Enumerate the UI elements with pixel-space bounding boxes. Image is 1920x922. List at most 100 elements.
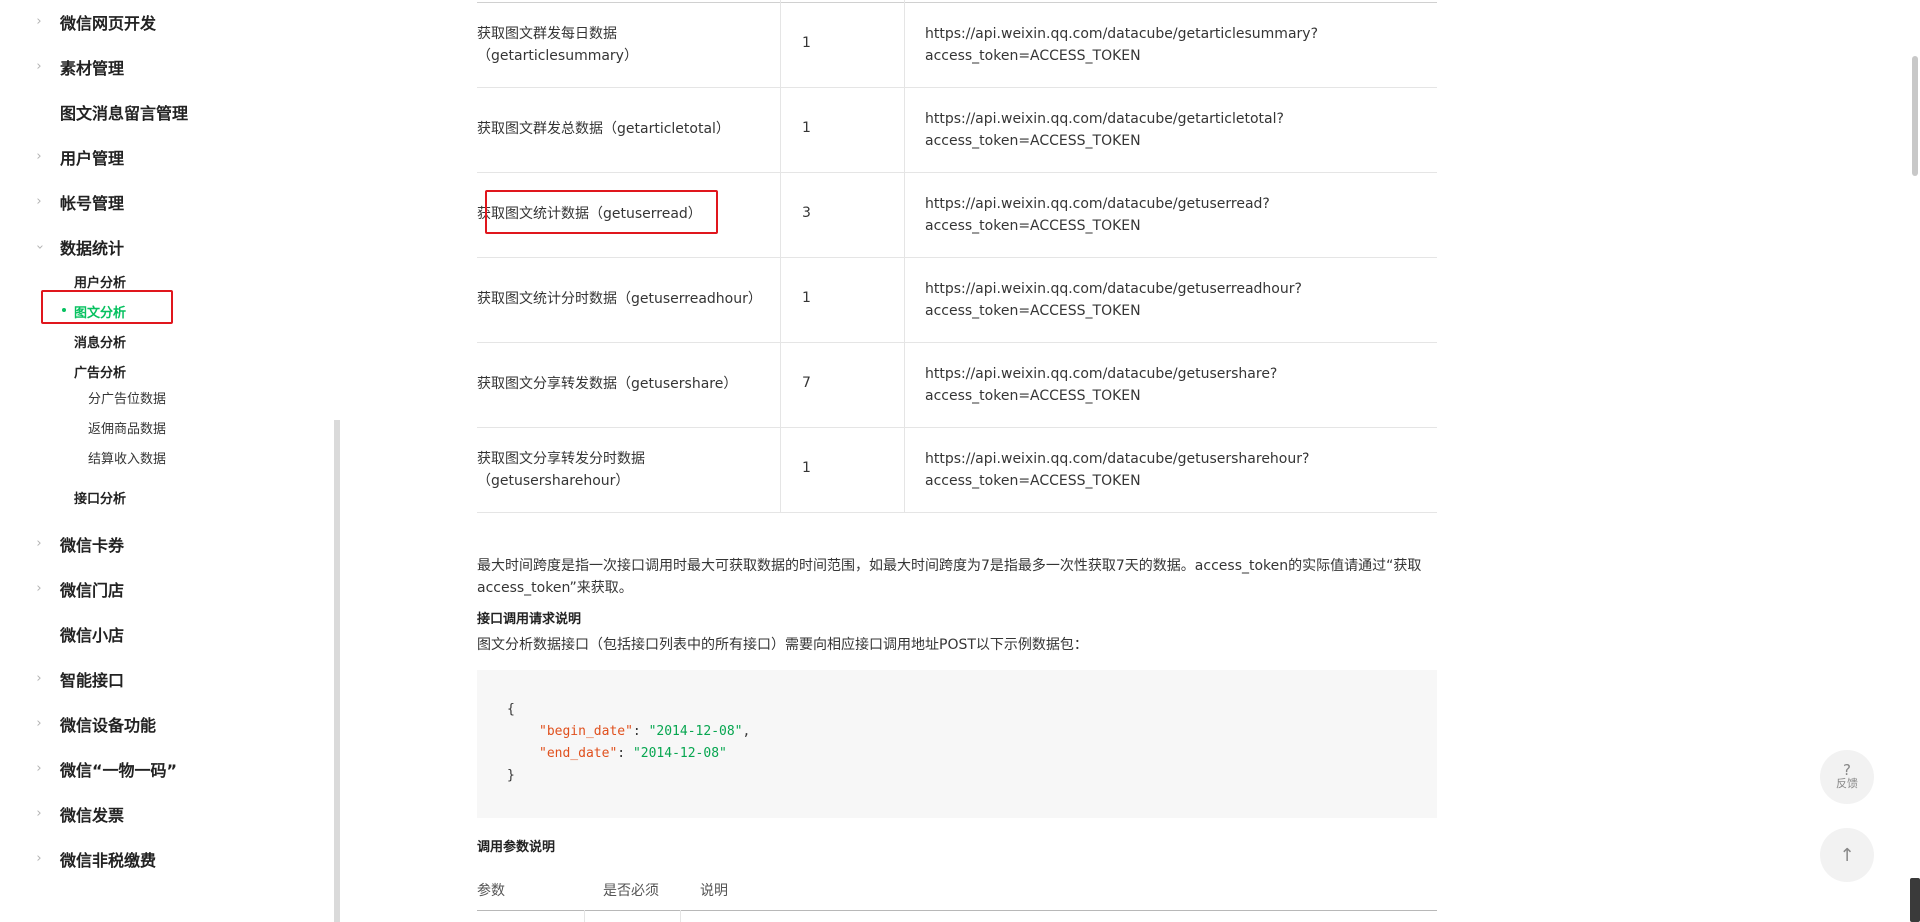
note-line: 最大时间跨度是指一次接口调用时最大可获取数据的时间范围，如最大时间跨度为7是指最…: [477, 558, 1422, 574]
sidebar-subitem-ad-slot-data[interactable]: 分广告位数据: [88, 388, 166, 407]
api-name-cell: 获取图文群发每日数据 （getarticlesummary）: [477, 23, 777, 67]
table-row: 获取图文群发每日数据 （getarticlesummary） 1 https:/…: [477, 3, 1437, 88]
sidebar-item-device[interactable]: › 微信设备功能: [0, 709, 320, 739]
sidebar-item-account[interactable]: › 帐号管理: [0, 187, 320, 217]
question-icon: ?: [1843, 761, 1851, 779]
chevron-right-icon: ›: [36, 806, 42, 821]
feedback-label: 反馈: [1836, 777, 1858, 790]
api-url-cell: https://api.weixin.qq.com/datacube/getus…: [925, 193, 1425, 237]
max-span-note: 最大时间跨度是指一次接口调用时最大可获取数据的时间范围，如最大时间跨度为7是指最…: [477, 555, 1437, 599]
sidebar-item-label: 帐号管理: [60, 194, 125, 213]
api-url-cell: https://api.weixin.qq.com/datacube/getar…: [925, 108, 1425, 152]
sidebar-item-label: 微信小店: [60, 626, 125, 645]
sidebar-item-label: 素材管理: [60, 59, 125, 78]
column-divider: [584, 910, 585, 922]
code-value: "2014-12-08": [648, 724, 743, 739]
back-to-top-button[interactable]: ↑: [1820, 828, 1874, 882]
chevron-right-icon: ›: [36, 761, 42, 776]
note-line: access_token”来获取。: [477, 580, 633, 596]
sidebar-item-label: 微信网页开发: [60, 14, 157, 33]
page-scrollbar-end[interactable]: [1910, 878, 1920, 922]
api-name-cell: 获取图文群发总数据（getarticletotal）: [477, 118, 777, 140]
sidebar-item-store[interactable]: › 微信门店: [0, 574, 320, 604]
api-url-cell: https://api.weixin.qq.com/datacube/getar…: [925, 23, 1425, 67]
sidebar-subitem-ad-analysis[interactable]: 广告分析: [74, 362, 126, 381]
sidebar: › 微信网页开发 › 素材管理 图文消息留言管理 › 用户管理 › 帐号管理 ›…: [0, 0, 334, 922]
sidebar-item-label: 微信卡券: [60, 536, 125, 555]
api-url-line: access_token=ACCESS_TOKEN: [925, 133, 1141, 149]
chevron-right-icon: ›: [36, 581, 42, 596]
sidebar-item-web-dev[interactable]: › 微信网页开发: [0, 7, 320, 37]
chevron-right-icon: ›: [36, 14, 42, 29]
sidebar-item-invoice[interactable]: › 微信发票: [0, 799, 320, 829]
chevron-right-icon: ›: [36, 671, 42, 686]
api-name-line: 获取图文分享转发分时数据: [477, 451, 645, 467]
params-col-required: 是否必须: [603, 883, 659, 899]
arrow-up-icon: ↑: [1839, 844, 1855, 866]
chevron-right-icon: ›: [36, 59, 42, 74]
api-name-line: 获取图文分享转发数据（getusershare）: [477, 376, 738, 392]
api-table: 获取图文群发每日数据 （getarticlesummary） 1 https:/…: [477, 0, 1437, 513]
params-col-desc: 说明: [700, 883, 728, 899]
sidebar-item-label: 数据统计: [60, 239, 125, 258]
code-line-end: "end_date": "2014-12-08": [539, 746, 727, 761]
sidebar-item-label: 微信发票: [60, 806, 125, 825]
api-url-cell: https://api.weixin.qq.com/datacube/getus…: [925, 448, 1425, 492]
sidebar-item-label: 图文消息留言管理: [60, 104, 189, 123]
api-name-cell: 获取图文分享转发分时数据 （getusersharehour）: [477, 448, 777, 492]
api-url-line: https://api.weixin.qq.com/datacube/getus…: [925, 196, 1270, 212]
api-url-line: https://api.weixin.qq.com/datacube/getus…: [925, 281, 1302, 297]
request-description: 图文分析数据接口（包括接口列表中的所有接口）需要向相应接口调用地址POST以下示…: [477, 637, 1088, 653]
max-span-cell: 1: [802, 290, 811, 306]
sidebar-item-nontax[interactable]: › 微信非税缴费: [0, 844, 320, 874]
api-url-line: access_token=ACCESS_TOKEN: [925, 218, 1141, 234]
params-header-border: [477, 910, 1437, 911]
sidebar-subitem-commission-data[interactable]: 返佣商品数据: [88, 418, 166, 437]
page-scrollbar-thumb[interactable]: [1912, 56, 1918, 176]
api-url-line: access_token=ACCESS_TOKEN: [925, 48, 1141, 64]
sidebar-subitem-api-analysis[interactable]: 接口分析: [74, 488, 126, 507]
sidebar-subitem-settlement-data[interactable]: 结算收入数据: [88, 448, 166, 467]
annotation-highlight-box: [485, 190, 718, 234]
chevron-right-icon: ›: [36, 851, 42, 866]
max-span-cell: 1: [802, 120, 811, 136]
sidebar-subitem-user-analysis[interactable]: 用户分析: [74, 272, 126, 291]
api-name-cell: 获取图文分享转发数据（getusershare）: [477, 373, 777, 395]
api-url-line: access_token=ACCESS_TOKEN: [925, 473, 1141, 489]
sidebar-item-card[interactable]: › 微信卡券: [0, 529, 320, 559]
api-name-cell: 获取图文统计分时数据（getuserreadhour）: [477, 288, 777, 310]
column-divider: [680, 910, 681, 922]
sidebar-item-comments[interactable]: 图文消息留言管理: [0, 97, 320, 127]
sidebar-item-data-stats[interactable]: › 数据统计: [0, 232, 320, 262]
api-url-line: access_token=ACCESS_TOKEN: [925, 388, 1141, 404]
table-row: 获取图文统计分时数据（getuserreadhour） 1 https://ap…: [477, 258, 1437, 343]
sidebar-item-materials[interactable]: › 素材管理: [0, 52, 320, 82]
api-name-line: 获取图文群发总数据（getarticletotal）: [477, 121, 730, 137]
sidebar-item-label: 微信设备功能: [60, 716, 157, 735]
api-url-line: https://api.weixin.qq.com/datacube/getus…: [925, 451, 1310, 467]
api-name-line: 获取图文群发每日数据: [477, 26, 617, 42]
feedback-button[interactable]: ? 反馈: [1820, 750, 1874, 804]
sidebar-item-smart-api[interactable]: › 智能接口: [0, 664, 320, 694]
sidebar-item-label: 微信“一物一码”: [60, 761, 178, 780]
sidebar-item-shop[interactable]: 微信小店: [0, 619, 320, 649]
sidebar-item-label: 微信门店: [60, 581, 125, 600]
sidebar-item-label: 微信非税缴费: [60, 851, 157, 870]
api-url-line: https://api.weixin.qq.com/datacube/getar…: [925, 26, 1318, 42]
code-open-brace: {: [507, 702, 515, 717]
sidebar-subitem-message-analysis[interactable]: 消息分析: [74, 332, 126, 351]
sidebar-item-one-code[interactable]: › 微信“一物一码”: [0, 754, 320, 784]
params-heading: 调用参数说明: [477, 840, 556, 855]
sidebar-scrollbar[interactable]: [334, 420, 340, 922]
api-url-line: https://api.weixin.qq.com/datacube/getar…: [925, 111, 1284, 127]
code-block: { "begin_date": "2014-12-08", "end_date"…: [477, 670, 1437, 818]
code-key: "begin_date": [539, 724, 633, 739]
code-key: "end_date": [539, 746, 618, 761]
code-value: "2014-12-08": [632, 746, 727, 761]
api-name-line: （getusersharehour）: [477, 473, 630, 489]
chevron-right-icon: ›: [36, 149, 42, 164]
table-row: 获取图文分享转发分时数据 （getusersharehour） 1 https:…: [477, 428, 1437, 513]
chevron-right-icon: ›: [36, 194, 42, 209]
api-name-line: 获取图文统计分时数据（getuserreadhour）: [477, 291, 762, 307]
sidebar-item-users[interactable]: › 用户管理: [0, 142, 320, 172]
